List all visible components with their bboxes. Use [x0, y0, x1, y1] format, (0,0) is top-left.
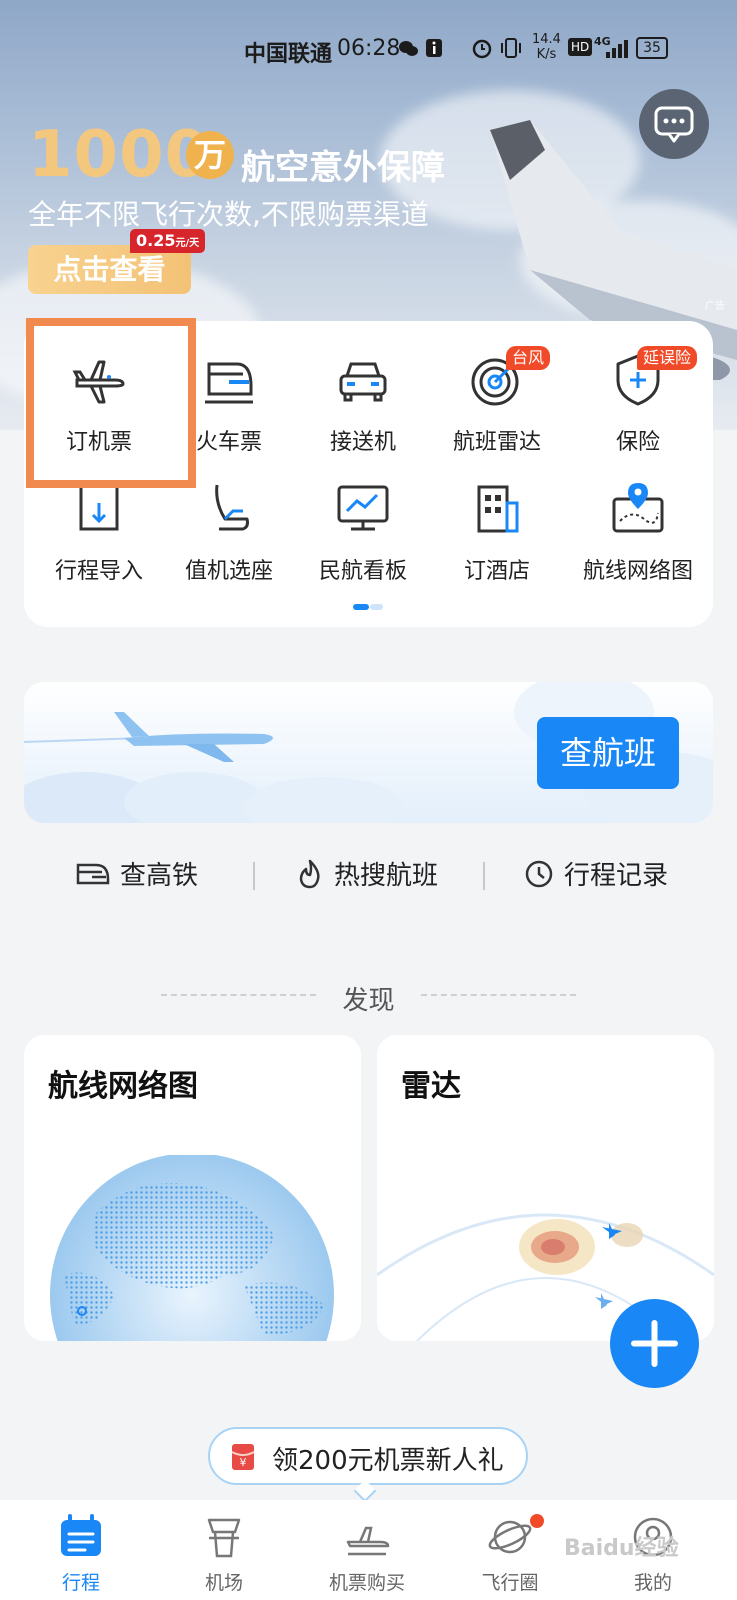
signal-icon	[606, 40, 628, 58]
status-bar: 中国联通 06:28 14.4 K/s HD 4G 35	[0, 32, 737, 67]
service-trip-import[interactable]: 行程导入	[34, 479, 164, 585]
divider	[421, 994, 576, 996]
svg-text:¥: ¥	[240, 1456, 247, 1469]
globe-illustration	[50, 1155, 334, 1341]
divider	[483, 862, 485, 890]
car-icon	[339, 362, 387, 402]
tab-buy-ticket[interactable]: 机票购买	[307, 1514, 427, 1595]
quick-link-hot-flights[interactable]: 热搜航班	[296, 855, 438, 892]
discover-card-radar[interactable]: 雷达	[377, 1035, 714, 1341]
discover-heading: 发现	[342, 986, 395, 1016]
info-icon	[426, 39, 442, 57]
discover-card-route-map[interactable]: 航线网络图	[24, 1035, 361, 1341]
red-packet-icon: ¥	[232, 1444, 255, 1470]
new-user-gift-banner[interactable]: ¥ 领200元机票新人礼	[208, 1427, 528, 1485]
train-icon	[76, 863, 110, 885]
battery-icon: 35	[636, 37, 668, 59]
map-icon	[612, 483, 664, 533]
delay-insurance-badge: 延误险	[637, 346, 698, 370]
net-speed: 14.4 K/s	[532, 32, 561, 62]
service-route-map[interactable]: 航线网络图	[573, 479, 703, 585]
alarm-icon	[472, 39, 492, 59]
flame-icon	[299, 859, 320, 889]
chat-bubble-icon	[654, 106, 694, 143]
plane-icon	[346, 1526, 390, 1556]
service-book-hotel[interactable]: 订酒店	[432, 479, 562, 585]
watermark: Baidu经验	[564, 1536, 679, 1561]
add-button[interactable]	[610, 1299, 699, 1388]
highlight-box	[26, 318, 196, 488]
quick-link-trip-history[interactable]: 行程记录	[524, 855, 668, 892]
plus-icon	[631, 1320, 678, 1367]
tab-trips[interactable]: 行程	[21, 1514, 141, 1595]
import-icon	[79, 487, 119, 531]
tab-flying-circle[interactable]: 飞行圈	[450, 1514, 570, 1595]
typhoon-badge: 台风	[506, 346, 551, 370]
seat-icon	[215, 484, 249, 531]
notification-dot	[530, 1514, 544, 1528]
control-tower-icon	[207, 1518, 241, 1558]
calendar-icon	[61, 1514, 101, 1556]
carrier-name: 中国联通	[244, 42, 333, 67]
hotel-icon	[477, 485, 519, 533]
promo-unit: 万	[186, 131, 234, 179]
message-button[interactable]	[639, 89, 709, 159]
wechat-icon	[399, 41, 418, 56]
dashboard-icon	[337, 485, 389, 531]
clock-icon	[525, 860, 553, 888]
search-flight-button[interactable]: 查航班	[537, 717, 679, 789]
page-indicator	[353, 604, 383, 610]
promo-amount: 1000	[28, 118, 211, 192]
promo-subtitle: 全年不限飞行次数,不限购票渠道	[28, 198, 429, 231]
planet-icon	[488, 1520, 532, 1554]
service-airport-transfer[interactable]: 接送机	[298, 350, 428, 456]
divider	[253, 862, 255, 890]
train-icon	[205, 362, 253, 404]
clock: 06:28	[337, 36, 401, 61]
promo-price-badge: 0.25元/天	[130, 229, 206, 253]
quick-link-hsr[interactable]: 查高铁	[76, 855, 198, 892]
ad-label: 广告	[705, 301, 725, 312]
promo-title: 航空意外保障	[241, 148, 445, 188]
service-check-in[interactable]: 值机选座	[164, 479, 294, 585]
service-aviation-dashboard[interactable]: 民航看板	[298, 479, 428, 585]
vibrate-icon	[501, 38, 521, 58]
tab-airport[interactable]: 机场	[164, 1514, 284, 1595]
hd-indicator: HD	[568, 38, 593, 56]
